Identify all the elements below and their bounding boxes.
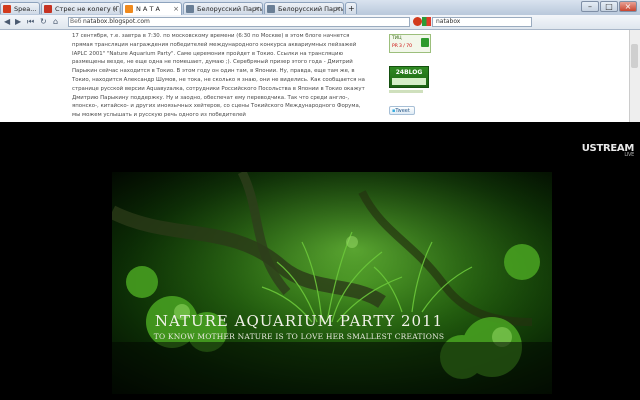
address-bar: ◀ ▶ ⏮ ↻ ⌂ Веб natabox.blogspot.com natab… <box>0 15 640 30</box>
ustream-logo: USTREAM LIVE <box>581 143 635 158</box>
site-icon <box>44 5 52 13</box>
url-label: Веб <box>70 18 82 25</box>
counter-widget[interactable]: 24BLOG <box>389 66 429 88</box>
rating-widget[interactable]: ТИЦ PR 3 / 70 <box>389 34 431 53</box>
search-input[interactable]: natabox <box>432 17 532 27</box>
video-title: NATURE AQUARIUM PARTY 2011 <box>154 312 444 330</box>
rss-icon[interactable] <box>413 17 422 26</box>
close-tab-icon[interactable]: × <box>112 3 118 14</box>
reload-icon[interactable]: ↻ <box>40 17 47 27</box>
tab-5[interactable]: Белорусский Партиза... × <box>264 2 344 14</box>
back-icon[interactable]: ◀ <box>4 17 10 27</box>
divider <box>389 90 423 93</box>
site-icon <box>186 5 194 13</box>
tweet-button[interactable]: ▪Tweet <box>389 106 415 115</box>
url-text: natabox.blogspot.com <box>83 18 150 25</box>
video-frame[interactable] <box>112 172 552 394</box>
tab-label: Белорусский Партиза... <box>197 5 263 13</box>
counter-bar <box>392 78 426 85</box>
tab-3[interactable]: N A T A × <box>122 2 182 15</box>
tab-bar: Spea... Стрес не колегу (Гр... × N A T A… <box>0 0 640 16</box>
page-content: 17 сентября, т.е. завтра в 7:30. по моск… <box>0 30 640 122</box>
article-paragraph: 17 сентября, т.е. завтра в 7:30. по моск… <box>72 33 365 119</box>
scrollbar[interactable] <box>629 30 640 122</box>
article-text: 17 сентября, т.е. завтра в 7:30. по моск… <box>72 32 370 120</box>
rewind-icon[interactable]: ⏮ <box>27 17 34 27</box>
window-controls: – □ × <box>580 0 640 14</box>
search-text: natabox <box>436 18 461 25</box>
close-tab-icon[interactable]: × <box>335 3 341 14</box>
url-field[interactable]: Веб natabox.blogspot.com <box>68 17 410 27</box>
video-player[interactable]: USTREAM LIVE NATURE AQUARIUM PARTY 2011 … <box>0 122 640 400</box>
site-icon <box>267 5 275 13</box>
sidebar: ТИЦ PR 3 / 70 24BLOG ▪Tweet <box>386 30 446 122</box>
tab-4[interactable]: Белорусский Партиза... × <box>183 2 263 14</box>
tab-2[interactable]: Стрес не колегу (Гр... × <box>41 2 121 14</box>
browser-window: Spea... Стрес не колегу (Гр... × N A T A… <box>0 0 640 122</box>
blogger-icon <box>125 5 133 13</box>
opera-icon <box>3 5 11 13</box>
search-engine-icon[interactable] <box>422 17 431 26</box>
maximize-button[interactable]: □ <box>600 1 618 12</box>
new-tab-button[interactable]: + <box>345 2 357 14</box>
close-tab-icon[interactable]: × <box>173 3 179 15</box>
tab-1[interactable]: Spea... <box>0 2 40 14</box>
tab-label: Стрес не колегу (Гр... <box>55 5 120 13</box>
minimize-button[interactable]: – <box>581 1 599 12</box>
tab-label: N A T A <box>136 5 160 13</box>
tab-label: Белорусский Партиза... <box>278 5 344 13</box>
close-tab-icon[interactable]: × <box>254 3 260 14</box>
home-icon[interactable]: ⌂ <box>53 17 58 27</box>
video-subtitle: TO KNOW MOTHER NATURE IS TO LOVE HER SMA… <box>153 332 445 341</box>
aquarium-scene <box>112 172 552 394</box>
tab-label: Spea... <box>14 5 37 13</box>
chart-icon <box>421 38 429 47</box>
close-window-button[interactable]: × <box>619 1 637 12</box>
scrollbar-thumb[interactable] <box>631 44 638 68</box>
forward-icon[interactable]: ▶ <box>15 17 21 27</box>
